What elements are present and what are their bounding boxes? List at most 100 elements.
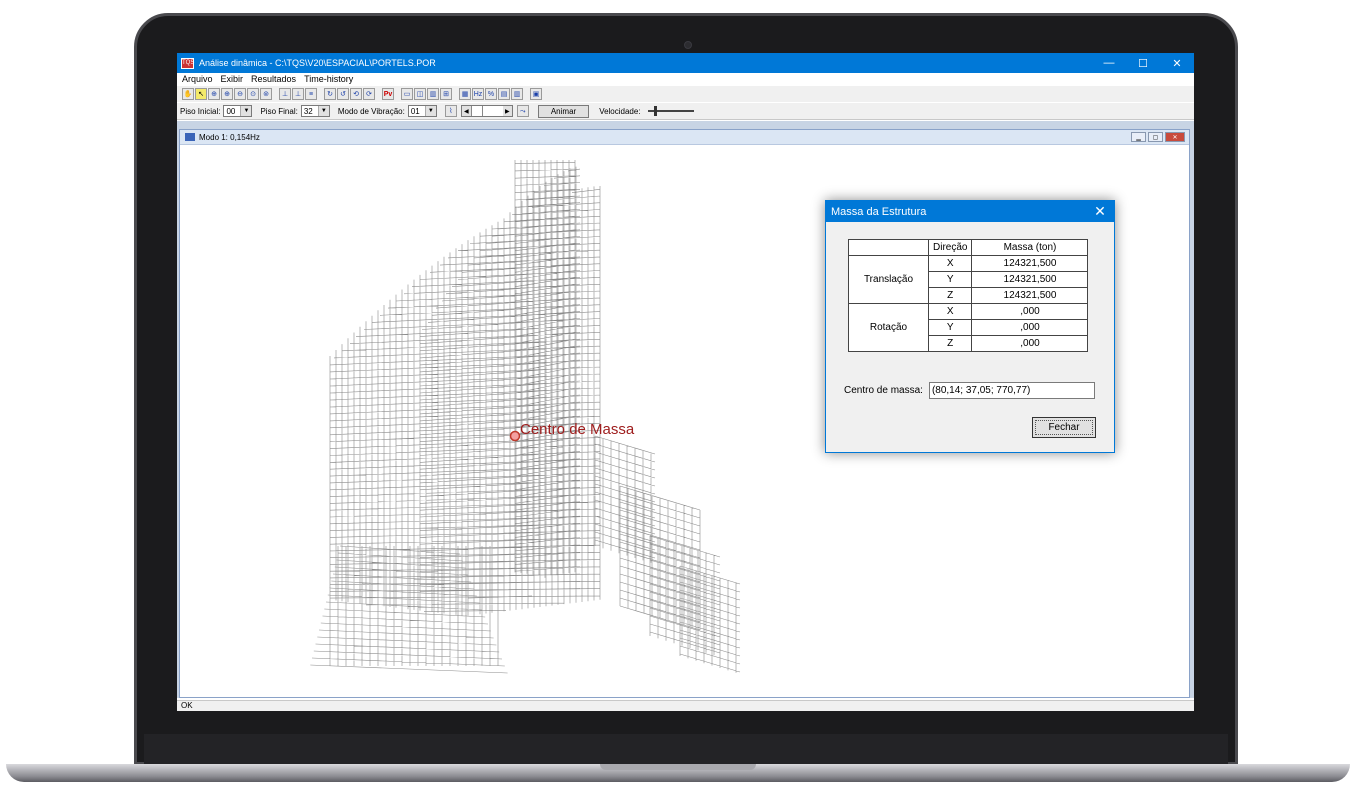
layout-single-icon[interactable]: ▭	[401, 88, 413, 100]
table-cell-value: ,000	[971, 303, 1089, 320]
view-front-icon[interactable]: ⊥	[279, 88, 291, 100]
centro-de-massa-field[interactable]: (80,14; 37,05; 770,77)	[928, 382, 1095, 399]
select-icon[interactable]: ↖	[195, 88, 207, 100]
header-direcao: Direção	[927, 239, 973, 256]
child-app-icon	[185, 133, 195, 141]
menu-resultados[interactable]: Resultados	[251, 74, 296, 84]
laptop-bezel	[144, 734, 1228, 764]
chevron-down-icon[interactable]: ▼	[317, 106, 329, 116]
mode-window-titlebar[interactable]: Modo 1: 0,154Hz ▁ ▢ ✕	[180, 130, 1189, 145]
laptop-notch	[600, 764, 756, 770]
mode-shape-icon[interactable]: ⌇	[444, 105, 457, 117]
child-close-button[interactable]: ✕	[1165, 132, 1185, 142]
step-icon[interactable]: ⤳	[516, 105, 529, 117]
menu-bar: Arquivo Exibir Resultados Time-history	[177, 73, 1194, 85]
fechar-button[interactable]: Fechar	[1032, 417, 1096, 438]
results-percent-icon[interactable]: %	[485, 88, 497, 100]
layout-quad-icon[interactable]: ⊞	[440, 88, 452, 100]
slider-thumb[interactable]	[653, 106, 657, 116]
table-cell-value: 124321,500	[971, 287, 1089, 304]
view-top-icon[interactable]: ≡	[305, 88, 317, 100]
velocidade-label: Velocidade:	[599, 106, 641, 116]
mode-window-title: Modo 1: 0,154Hz	[199, 132, 260, 142]
menu-exibir[interactable]: Exibir	[221, 74, 244, 84]
hand-icon[interactable]: ✋	[182, 88, 194, 100]
icon-toolbar: ✋ ↖ ⊕ ⊕ ⊖ ⊙ ⊚ ⊥ ⊥ ≡ ↻ ↺ ⟲ ⟳ Pv ▭ ◫ ▥ ⊞ ▦…	[177, 86, 1194, 102]
results-table-icon[interactable]: ▤	[498, 88, 510, 100]
table-cell-dir: Z	[927, 335, 973, 352]
piso-inicial-label: Piso Inicial:	[180, 106, 221, 116]
velocidade-slider[interactable]	[647, 106, 694, 116]
frame-scrollbar[interactable]: ◀ ▶	[460, 105, 513, 117]
scroll-right-icon[interactable]: ▶	[502, 106, 512, 116]
piso-final-select[interactable]: 32 ▼	[300, 105, 330, 117]
table-cell-dir: X	[927, 303, 973, 320]
chevron-down-icon[interactable]: ▼	[240, 106, 252, 116]
view-side-icon[interactable]: ⊥	[292, 88, 304, 100]
camera-icon	[684, 41, 692, 49]
centro-de-massa-label: Centro de Massa	[520, 421, 635, 438]
maximize-button[interactable]: ☐	[1126, 53, 1160, 73]
group-translacao: Translação	[848, 255, 929, 304]
menu-time-history[interactable]: Time-history	[304, 74, 353, 84]
table-corner	[848, 239, 929, 256]
results-frequency-icon[interactable]: Hz	[472, 88, 484, 100]
piso-inicial-select[interactable]: 00 ▼	[223, 105, 253, 117]
table-cell-value: ,000	[971, 319, 1089, 336]
animar-button[interactable]: Animar	[537, 104, 590, 118]
piso-final-value: 32	[303, 106, 313, 116]
dialog-close-icon[interactable]: ✕	[1086, 203, 1114, 220]
table-cell-value: 124321,500	[971, 271, 1089, 288]
massa-dialog: Massa da Estrutura ✕ Direção Massa (ton)…	[825, 200, 1115, 453]
modo-vibracao-select[interactable]: 01 ▼	[407, 105, 437, 117]
zoom-out-icon[interactable]: ⊖	[234, 88, 246, 100]
minimize-button[interactable]: —	[1092, 53, 1126, 73]
window-title: Análise dinâmica - C:\TQS\V20\ESPACIAL\P…	[199, 58, 436, 68]
scroll-thumb[interactable]	[470, 106, 483, 116]
centro-de-massa-field-label: Centro de massa:	[844, 385, 923, 396]
table-cell-dir: X	[927, 255, 973, 272]
piso-final-label: Piso Final:	[260, 106, 298, 116]
piso-inicial-value: 00	[226, 106, 236, 116]
zoom-in-icon[interactable]: ⊕	[221, 88, 233, 100]
rotate-y-icon[interactable]: ↺	[337, 88, 349, 100]
centro-row: Centro de massa: (80,14; 37,05; 770,77)	[844, 382, 1095, 399]
dialog-title: Massa da Estrutura	[831, 205, 927, 218]
window-titlebar[interactable]: TQS Análise dinâmica - C:\TQS\V20\ESPACI…	[177, 53, 1194, 73]
zoom-previous-icon[interactable]: ⊙	[247, 88, 259, 100]
table-cell-dir: Y	[927, 271, 973, 288]
table-cell-value: ,000	[971, 335, 1089, 352]
modo-vibracao-value: 01	[410, 106, 420, 116]
centro-de-massa-marker	[509, 430, 521, 442]
chevron-down-icon[interactable]: ▼	[424, 106, 436, 116]
status-bar: OK	[177, 700, 1194, 711]
menu-arquivo[interactable]: Arquivo	[182, 74, 213, 84]
wireframe-lines	[310, 160, 741, 674]
results-floor-icon[interactable]: ▦	[459, 88, 471, 100]
pv-icon[interactable]: Pv	[382, 88, 394, 100]
results-mass-icon[interactable]: ▥	[511, 88, 523, 100]
close-button[interactable]: ✕	[1160, 53, 1194, 73]
rotate-free-icon[interactable]: ⟳	[363, 88, 375, 100]
zoom-window-icon[interactable]: ⊕	[208, 88, 220, 100]
app-icon: TQS	[181, 57, 194, 69]
layout-triple-icon[interactable]: ▥	[427, 88, 439, 100]
control-toolbar: Piso Inicial: 00 ▼ Piso Final: 32 ▼ Modo…	[177, 103, 1194, 120]
rotate-z-icon[interactable]: ⟲	[350, 88, 362, 100]
layout-double-icon[interactable]: ◫	[414, 88, 426, 100]
zoom-all-icon[interactable]: ⊚	[260, 88, 272, 100]
report-icon[interactable]: ▣	[530, 88, 542, 100]
group-rotacao: Rotação	[848, 303, 929, 352]
table-cell-value: 124321,500	[971, 255, 1089, 272]
child-minimize-button[interactable]: ▁	[1131, 132, 1146, 142]
header-massa: Massa (ton)	[971, 239, 1089, 256]
screen: TQS Análise dinâmica - C:\TQS\V20\ESPACI…	[177, 53, 1194, 711]
table-cell-dir: Y	[927, 319, 973, 336]
modo-vibracao-label: Modo de Vibração:	[337, 106, 405, 116]
child-maximize-button[interactable]: ▢	[1148, 132, 1163, 142]
dialog-titlebar[interactable]: Massa da Estrutura ✕	[826, 201, 1114, 222]
mass-table: Direção Massa (ton) Translação X 124321,…	[848, 239, 1089, 352]
rotate-x-icon[interactable]: ↻	[324, 88, 336, 100]
table-cell-dir: Z	[927, 287, 973, 304]
scroll-left-icon[interactable]: ◀	[461, 106, 471, 116]
